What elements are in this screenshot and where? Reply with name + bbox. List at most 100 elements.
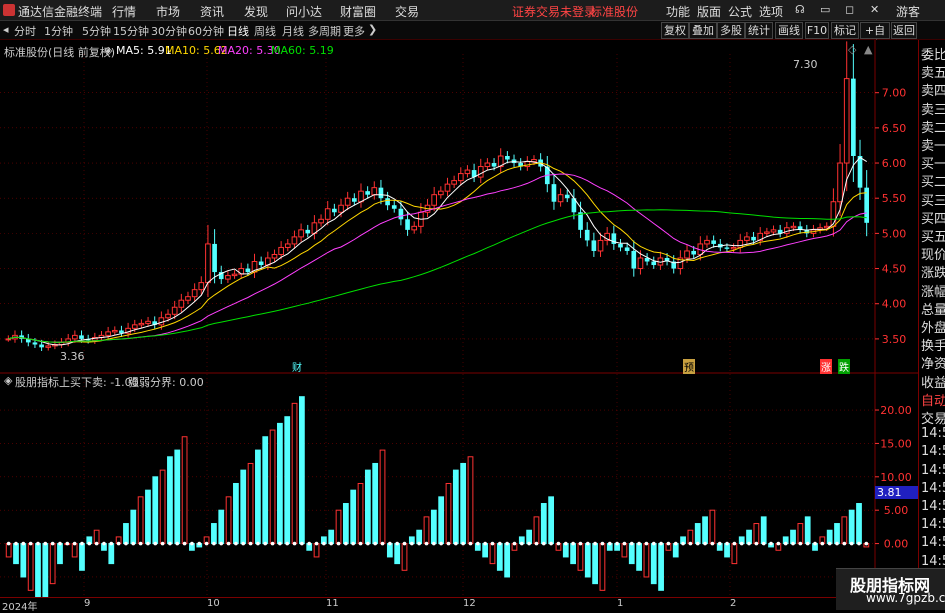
indicator-zero-dot [153,541,158,546]
menu-discover[interactable]: 发现 [244,3,268,20]
menu-layout[interactable]: 版面 [697,3,721,20]
side-panel-label[interactable]: 14:56 [921,535,945,550]
period-5min[interactable]: 5分钟 [82,23,111,39]
menu-ask[interactable]: 问小达 [286,3,322,20]
indicator-zero-dot [410,541,414,546]
period-monthly[interactable]: 月线 [282,23,304,39]
event-marker-yu[interactable]: 预 [683,359,695,374]
side-panel-label[interactable]: 14:56 [921,444,945,459]
candle-body [32,342,38,345]
indicator-name-icon[interactable]: ◈ [4,374,12,387]
period-weekly[interactable]: 周线 [254,23,276,39]
indicator-zero-dot [776,541,781,546]
candle-body [704,239,710,245]
indicator-bar [57,543,63,565]
indicator-bar [562,543,569,558]
indicator-zero-dot [102,541,106,546]
side-panel-label[interactable]: 自动 [921,390,945,409]
side-panel-label: 涨幅 [921,284,945,300]
indicator-zero-dot [512,541,517,546]
side-panel-label[interactable]: 14:56 [921,517,945,532]
minimize-icon[interactable]: ▭ [820,3,830,16]
indicator-bar [357,482,364,545]
event-marker-ju[interactable]: 跌 [838,359,850,374]
login-notice[interactable]: 证券交易未登录 [512,3,596,20]
side-panel-label[interactable]: 14:56 [921,554,945,569]
x-label-12: 12 [463,598,476,609]
ma-toggle-icon[interactable]: ◈ [104,44,112,57]
side-panel-label: 换手 [921,339,945,355]
indicator-zero-dot [549,541,553,546]
indicator-zero-dot [58,541,62,546]
indicator-zero-dot [87,541,92,546]
user-label[interactable]: 游客 [896,3,920,20]
period-30min[interactable]: 30分钟 [151,23,187,39]
candle-body [651,261,657,266]
side-panel-label[interactable]: 14:56 [921,481,945,496]
menu-trade[interactable]: 交易 [395,3,419,20]
menu-news[interactable]: 资讯 [200,3,224,20]
tool-add-fav[interactable]: +自选 [860,22,890,52]
indicator-bar [174,449,181,545]
candle-body [524,161,531,168]
tool-fq[interactable]: 复权 [661,22,689,39]
side-panel-label[interactable]: 14:56 [921,499,945,514]
candle-body [457,173,464,182]
indicator-bar [526,529,533,545]
low-price-label: 3.36 [60,350,85,363]
tool-stats[interactable]: 统计 [745,22,773,39]
tool-overlay[interactable]: 叠加 [689,22,717,39]
diamond-icon[interactable]: ◇ [848,43,856,56]
menu-formula[interactable]: 公式 [728,3,752,20]
indicator-bar [284,416,291,545]
kline-chart[interactable]: 7.00 6.50 6.00 5.50 5.00 4.50 4.00 3.50 20.00 15.… [0,40,918,597]
indicator-zero-dot [710,541,715,546]
event-marker-zhang[interactable]: 涨 [820,359,832,374]
close-icon[interactable]: ✕ [870,3,879,16]
indicator-bar [423,516,430,545]
tool-draw[interactable]: 画线 [775,22,803,39]
menu-market[interactable]: 市场 [156,3,180,20]
side-panel-label: 总量 [921,302,945,318]
restore-icon[interactable]: ◻ [845,3,854,16]
period-arrow-icon[interactable]: ◂ [3,23,9,36]
period-60min[interactable]: 60分钟 [188,23,224,39]
headset-icon[interactable]: ☊ [795,3,805,16]
period-multi[interactable]: 多周期 [308,23,341,39]
menu-quotes[interactable]: 行情 [112,3,136,20]
period-more[interactable]: 更多 [343,23,365,39]
indicator-zero-dot [395,541,399,546]
period-more-icon[interactable]: ❯ [368,23,377,36]
expand-icon[interactable]: ▲ [864,43,872,56]
side-panel-label[interactable]: 14:56 [921,463,945,478]
candle-body [332,208,337,213]
tool-mark[interactable]: 标记 [831,22,859,39]
indicator-zero-dot [864,541,869,546]
period-tick[interactable]: 分时 [14,23,36,39]
candle-body [344,197,351,206]
indicator-zero-dot [366,541,370,546]
indicator-bar [753,523,760,545]
period-15min[interactable]: 15分钟 [113,23,149,39]
price-tick-label: 4.00 [882,298,907,311]
event-marker-cai[interactable]: 财 [291,359,303,374]
side-panel-label[interactable]: 14:56 [921,426,945,441]
side-panel-label[interactable]: 交易 [921,408,945,427]
candle-body [245,268,251,273]
tool-back[interactable]: 返回 [891,22,917,39]
indicator-bar [13,543,19,565]
candle-body [764,231,770,234]
price-tick-label: 6.00 [882,157,907,170]
menu-wealth[interactable]: 财富圈 [340,3,376,20]
side-panel-label: 买三 [921,193,945,209]
period-daily[interactable]: 日线 [227,23,249,39]
price-tick-label: 4.50 [882,263,907,276]
menu-options[interactable]: 选项 [759,3,783,20]
tool-multi[interactable]: 多股 [717,22,745,39]
period-1min[interactable]: 1分钟 [44,23,73,39]
menu-function[interactable]: 功能 [666,3,690,20]
indicator-bar [27,543,34,591]
tool-f10[interactable]: F10 [805,22,829,39]
indicator-zero-dot [783,541,788,546]
candle-body [258,261,264,266]
